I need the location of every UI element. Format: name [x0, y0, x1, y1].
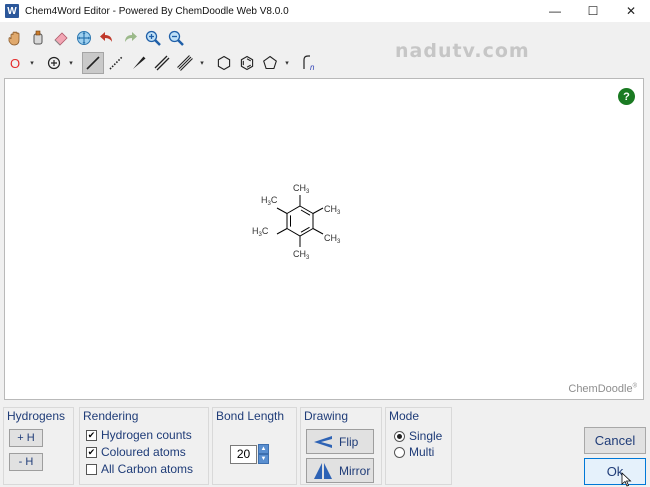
flip-icon	[314, 435, 332, 448]
hexamethylbenzene-structure[interactable]: CH3 CH3 CH3 CH3 H3C H3C	[235, 179, 365, 269]
hashed-bond-icon[interactable]	[105, 52, 127, 74]
wedge-bond-icon[interactable]	[128, 52, 150, 74]
chain-icon[interactable]: n	[298, 52, 320, 74]
radio-selected-icon[interactable]	[394, 430, 405, 442]
bond-length-group: Bond Length 20 ▲ ▼	[212, 407, 297, 485]
title-bar: W Chem4Word Editor - Powered By ChemDood…	[0, 0, 650, 22]
drawing-title: Drawing	[304, 409, 349, 423]
stepper-down-icon[interactable]: ▼	[258, 454, 269, 464]
mode-group: Mode Single Multi	[385, 407, 452, 485]
methyl-label-upper-right: CH3	[324, 204, 341, 216]
watermark-text: nadutv.com	[395, 40, 530, 62]
atom-label-button[interactable]: O	[4, 52, 26, 74]
bond-dropdown-chevron-icon[interactable]: ▾	[197, 52, 207, 74]
charge-icon[interactable]	[43, 52, 65, 74]
drawing-canvas[interactable]: ? CH3 CH3 CH3 CH3 H3C H3C ChemDoodle®	[4, 78, 644, 400]
single-bond-icon[interactable]	[82, 52, 104, 74]
mode-single-radio[interactable]: Single	[394, 429, 442, 443]
remove-hydrogen-button[interactable]: - H	[9, 453, 43, 471]
center-icon[interactable]	[73, 27, 95, 49]
checkbox-checked-icon[interactable]: ✔	[86, 446, 97, 458]
checkbox-checked-icon[interactable]: ✔	[86, 429, 97, 441]
add-hydrogen-button[interactable]: + H	[9, 429, 43, 447]
flip-label: Flip	[339, 434, 359, 449]
mirror-label: Mirror	[339, 463, 371, 478]
atom-label-text: O	[9, 55, 21, 71]
hydrogen-counts-label: Hydrogen counts	[101, 428, 192, 442]
checkbox-unchecked-icon[interactable]	[86, 463, 97, 475]
undo-icon[interactable]	[96, 27, 118, 49]
lasso-icon[interactable]	[27, 27, 49, 49]
hand-icon[interactable]	[4, 27, 26, 49]
charge-dropdown-chevron-icon[interactable]: ▾	[66, 52, 76, 74]
bond-length-stepper[interactable]: 20 ▲ ▼	[230, 444, 269, 464]
close-button[interactable]: ✕	[612, 0, 650, 22]
toolbar-row-2: O ▾ ▾ ▾ ▾ n	[4, 52, 320, 74]
minimize-button[interactable]: —	[536, 0, 574, 22]
maximize-button[interactable]: ☐	[574, 0, 612, 22]
help-icon[interactable]: ?	[618, 88, 635, 105]
word-app-icon: W	[5, 4, 19, 18]
chemdoodle-logo: ChemDoodle®	[568, 383, 637, 395]
cyclohexane-icon[interactable]	[213, 52, 235, 74]
drawing-group: Drawing Flip Mirror	[300, 407, 382, 485]
zoom-in-icon[interactable]	[142, 27, 164, 49]
bond-length-input[interactable]: 20	[230, 444, 257, 464]
bond-length-title: Bond Length	[216, 409, 285, 423]
toolbar-row-1	[4, 27, 187, 49]
ok-button[interactable]: Ok	[584, 458, 646, 485]
mode-multi-radio[interactable]: Multi	[394, 445, 434, 459]
all-carbon-atoms-label: All Carbon atoms	[101, 462, 194, 476]
triple-bond-icon[interactable]	[174, 52, 196, 74]
methyl-label-lower-right: CH3	[324, 233, 341, 245]
rendering-group: Rendering ✔ Hydrogen counts ✔ Coloured a…	[79, 407, 209, 485]
svg-text:n: n	[310, 63, 315, 72]
redo-icon[interactable]	[119, 27, 141, 49]
cancel-button[interactable]: Cancel	[584, 427, 646, 454]
editor-window: W Chem4Word Editor - Powered By ChemDood…	[0, 0, 650, 487]
mouse-cursor-icon	[621, 472, 632, 487]
hydrogens-group: Hydrogens + H - H	[3, 407, 74, 485]
coloured-atoms-label: Coloured atoms	[101, 445, 186, 459]
hydrogens-title: Hydrogens	[7, 409, 66, 423]
eraser-icon[interactable]	[50, 27, 72, 49]
cyclopentane-icon[interactable]	[259, 52, 281, 74]
methyl-label-top: CH3	[293, 183, 310, 195]
mode-title: Mode	[389, 409, 420, 423]
methyl-label-lower-left: H3C	[252, 226, 269, 238]
mirror-icon	[314, 462, 332, 479]
double-bond-icon[interactable]	[151, 52, 173, 74]
benzene-icon[interactable]	[236, 52, 258, 74]
ring-dropdown-chevron-icon[interactable]: ▾	[282, 52, 292, 74]
atom-dropdown-chevron-icon[interactable]: ▾	[27, 52, 37, 74]
rendering-title: Rendering	[83, 409, 139, 423]
flip-button[interactable]: Flip	[306, 429, 374, 454]
zoom-out-icon[interactable]	[165, 27, 187, 49]
hydrogen-counts-checkbox[interactable]: ✔ Hydrogen counts	[86, 428, 192, 442]
window-title: Chem4Word Editor - Powered By ChemDoodle…	[25, 5, 289, 17]
mode-single-label: Single	[409, 429, 443, 443]
mirror-button[interactable]: Mirror	[306, 458, 374, 483]
all-carbon-atoms-checkbox[interactable]: All Carbon atoms	[86, 462, 193, 476]
coloured-atoms-checkbox[interactable]: ✔ Coloured atoms	[86, 445, 186, 459]
methyl-label-upper-left: H3C	[261, 195, 278, 207]
radio-unselected-icon[interactable]	[394, 446, 405, 458]
methyl-label-bottom: CH3	[293, 249, 310, 261]
mode-multi-label: Multi	[409, 445, 435, 459]
stepper-up-icon[interactable]: ▲	[258, 444, 269, 454]
